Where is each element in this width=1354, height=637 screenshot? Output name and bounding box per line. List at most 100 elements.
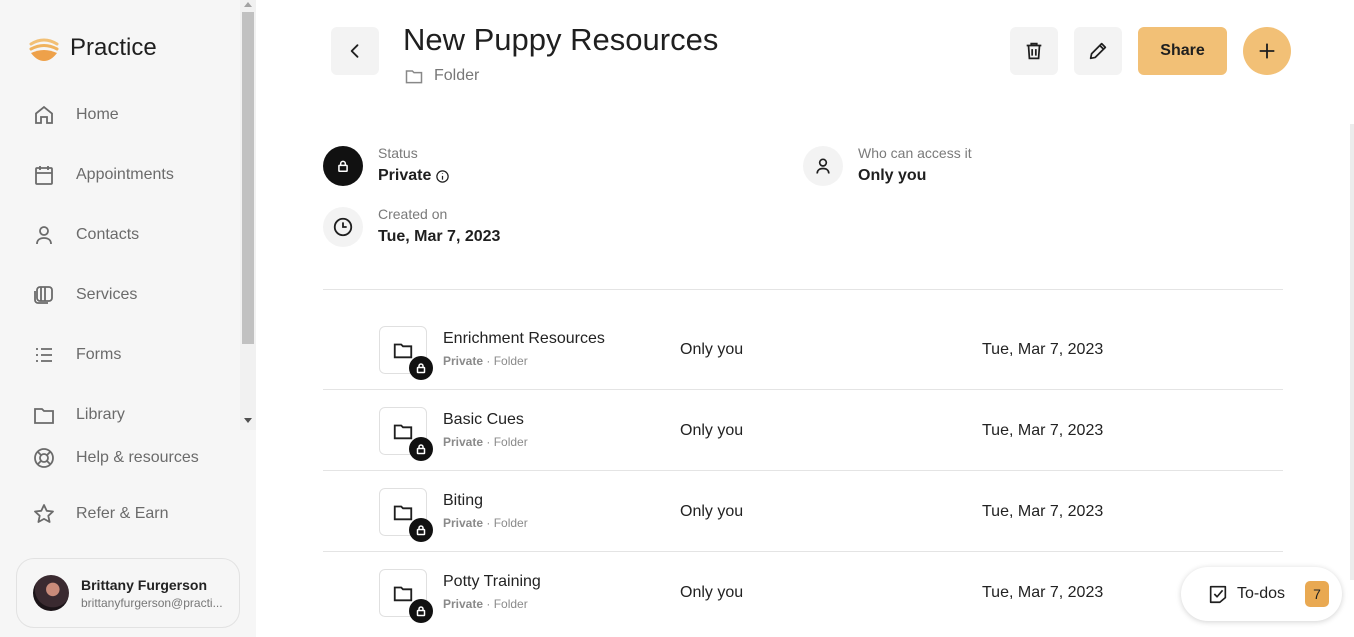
section-divider (323, 289, 1283, 290)
user-account-card[interactable]: Brittany Furgerson brittanyfurgerson@pra… (16, 558, 240, 628)
add-button[interactable] (1243, 27, 1291, 75)
lock-icon (338, 160, 348, 173)
share-button[interactable]: Share (1138, 27, 1227, 75)
item-date: Tue, Mar 7, 2023 (982, 341, 1104, 358)
checklist-icon (1209, 585, 1227, 604)
item-access: Only you (680, 584, 744, 601)
scrollbar-thumb[interactable] (242, 12, 254, 344)
sidebar-item-label: Appointments (76, 166, 174, 183)
list-icon (36, 348, 52, 362)
todos-label: To-dos (1237, 585, 1286, 602)
app-logo[interactable]: Practice (28, 34, 157, 62)
calendar-icon (35, 166, 53, 185)
access-value: Only you (858, 167, 927, 184)
page-subtitle: Folder (404, 66, 479, 86)
item-meta: Private · Folder (443, 597, 528, 611)
delete-button[interactable] (1010, 27, 1058, 75)
todos-button[interactable]: To-dos 7 (1181, 567, 1342, 621)
folder-icon (34, 408, 54, 424)
item-privacy: Private (443, 516, 484, 530)
lock-badge (409, 437, 433, 461)
main-content: New Puppy Resources Folder Share Status … (256, 0, 1354, 637)
list-item[interactable]: Enrichment Resources Private · Folder On… (323, 309, 1283, 390)
item-meta: Private · Folder (443, 435, 528, 449)
user-name: Brittany Furgerson (81, 576, 208, 593)
item-name[interactable]: Potty Training (443, 573, 541, 591)
practice-logo-icon (29, 38, 59, 61)
item-privacy: Private (443, 435, 484, 449)
sidebar-item-label: Help & resources (76, 449, 199, 466)
info-icon[interactable] (435, 169, 450, 184)
item-date: Tue, Mar 7, 2023 (982, 584, 1104, 601)
item-meta: Private · Folder (443, 354, 528, 368)
item-date: Tue, Mar 7, 2023 (982, 503, 1104, 520)
folder-icon (405, 70, 423, 84)
user-email: brittanyfurgerson@practi... (81, 595, 223, 610)
item-date: Tue, Mar 7, 2023 (982, 422, 1104, 439)
created-value: Tue, Mar 7, 2023 (378, 228, 501, 245)
sidebar: Practice Home Appointments Contacts Serv… (0, 0, 256, 637)
services-icon (34, 286, 53, 304)
main-scrollbar[interactable] (1350, 124, 1354, 580)
sidebar-item-label: Refer & Earn (76, 505, 169, 522)
scroll-up-arrow-icon[interactable] (244, 2, 252, 7)
home-icon (35, 105, 53, 124)
sidebar-item-label: Home (76, 106, 119, 123)
pencil-icon (1089, 42, 1107, 60)
sidebar-item-label: Library (76, 406, 125, 423)
lock-badge (409, 356, 433, 380)
sidebar-item-label: Forms (76, 346, 122, 363)
item-privacy: Private (443, 597, 484, 611)
sidebar-item-home[interactable]: Home (32, 103, 119, 127)
lock-badge (409, 518, 433, 542)
folder-icon (393, 586, 413, 602)
lifebuoy-icon (34, 448, 54, 468)
status-text: Private (378, 167, 432, 184)
scroll-down-arrow-icon[interactable] (244, 418, 252, 423)
item-name[interactable]: Basic Cues (443, 411, 524, 429)
chevron-left-icon (350, 44, 359, 58)
sidebar-item-services[interactable]: Services (32, 283, 137, 307)
item-type: Folder (493, 435, 528, 449)
sidebar-item-refer[interactable]: Refer & Earn (32, 502, 168, 526)
list-item[interactable]: Potty Training Private · Folder Only you… (323, 552, 1283, 633)
access-label: Who can access it (858, 145, 972, 161)
item-name[interactable]: Enrichment Resources (443, 330, 605, 348)
item-type: Folder (493, 516, 528, 530)
lock-icon (416, 363, 426, 374)
star-icon (34, 504, 54, 523)
lock-icon (416, 606, 426, 617)
sidebar-item-label: Contacts (76, 226, 140, 243)
sidebar-item-library[interactable]: Library (32, 403, 125, 427)
trash-icon (1026, 42, 1042, 60)
list-item[interactable]: Biting Private · Folder Only you Tue, Ma… (323, 471, 1283, 552)
item-access: Only you (680, 422, 744, 439)
sidebar-item-appointments[interactable]: Appointments (32, 163, 174, 187)
sidebar-item-label: Services (76, 286, 138, 303)
item-type: Folder (493, 354, 528, 368)
app-name: Practice (70, 34, 157, 61)
access-person-icon (803, 146, 843, 186)
lock-badge (409, 599, 433, 623)
sidebar-item-contacts[interactable]: Contacts (32, 223, 139, 247)
sidebar-item-forms[interactable]: Forms (32, 343, 121, 367)
item-type: Folder (493, 597, 528, 611)
status-value: Private (378, 167, 450, 185)
avatar (33, 575, 69, 611)
sidebar-item-help[interactable]: Help & resources (32, 446, 199, 470)
item-name[interactable]: Biting (443, 492, 483, 510)
status-lock-icon (323, 146, 363, 186)
lock-icon (416, 525, 426, 536)
back-button[interactable] (331, 27, 379, 75)
created-clock-icon (323, 207, 363, 247)
list-item[interactable]: Basic Cues Private · Folder Only you Tue… (323, 390, 1283, 471)
page-title: New Puppy Resources (403, 22, 719, 57)
edit-button[interactable] (1074, 27, 1122, 75)
item-meta: Private · Folder (443, 516, 528, 530)
item-access: Only you (680, 503, 744, 520)
folder-icon (393, 343, 413, 359)
clock-icon (333, 217, 353, 237)
person-icon (816, 158, 830, 174)
folder-icon (393, 505, 413, 521)
sidebar-scrollbar[interactable] (240, 0, 256, 430)
